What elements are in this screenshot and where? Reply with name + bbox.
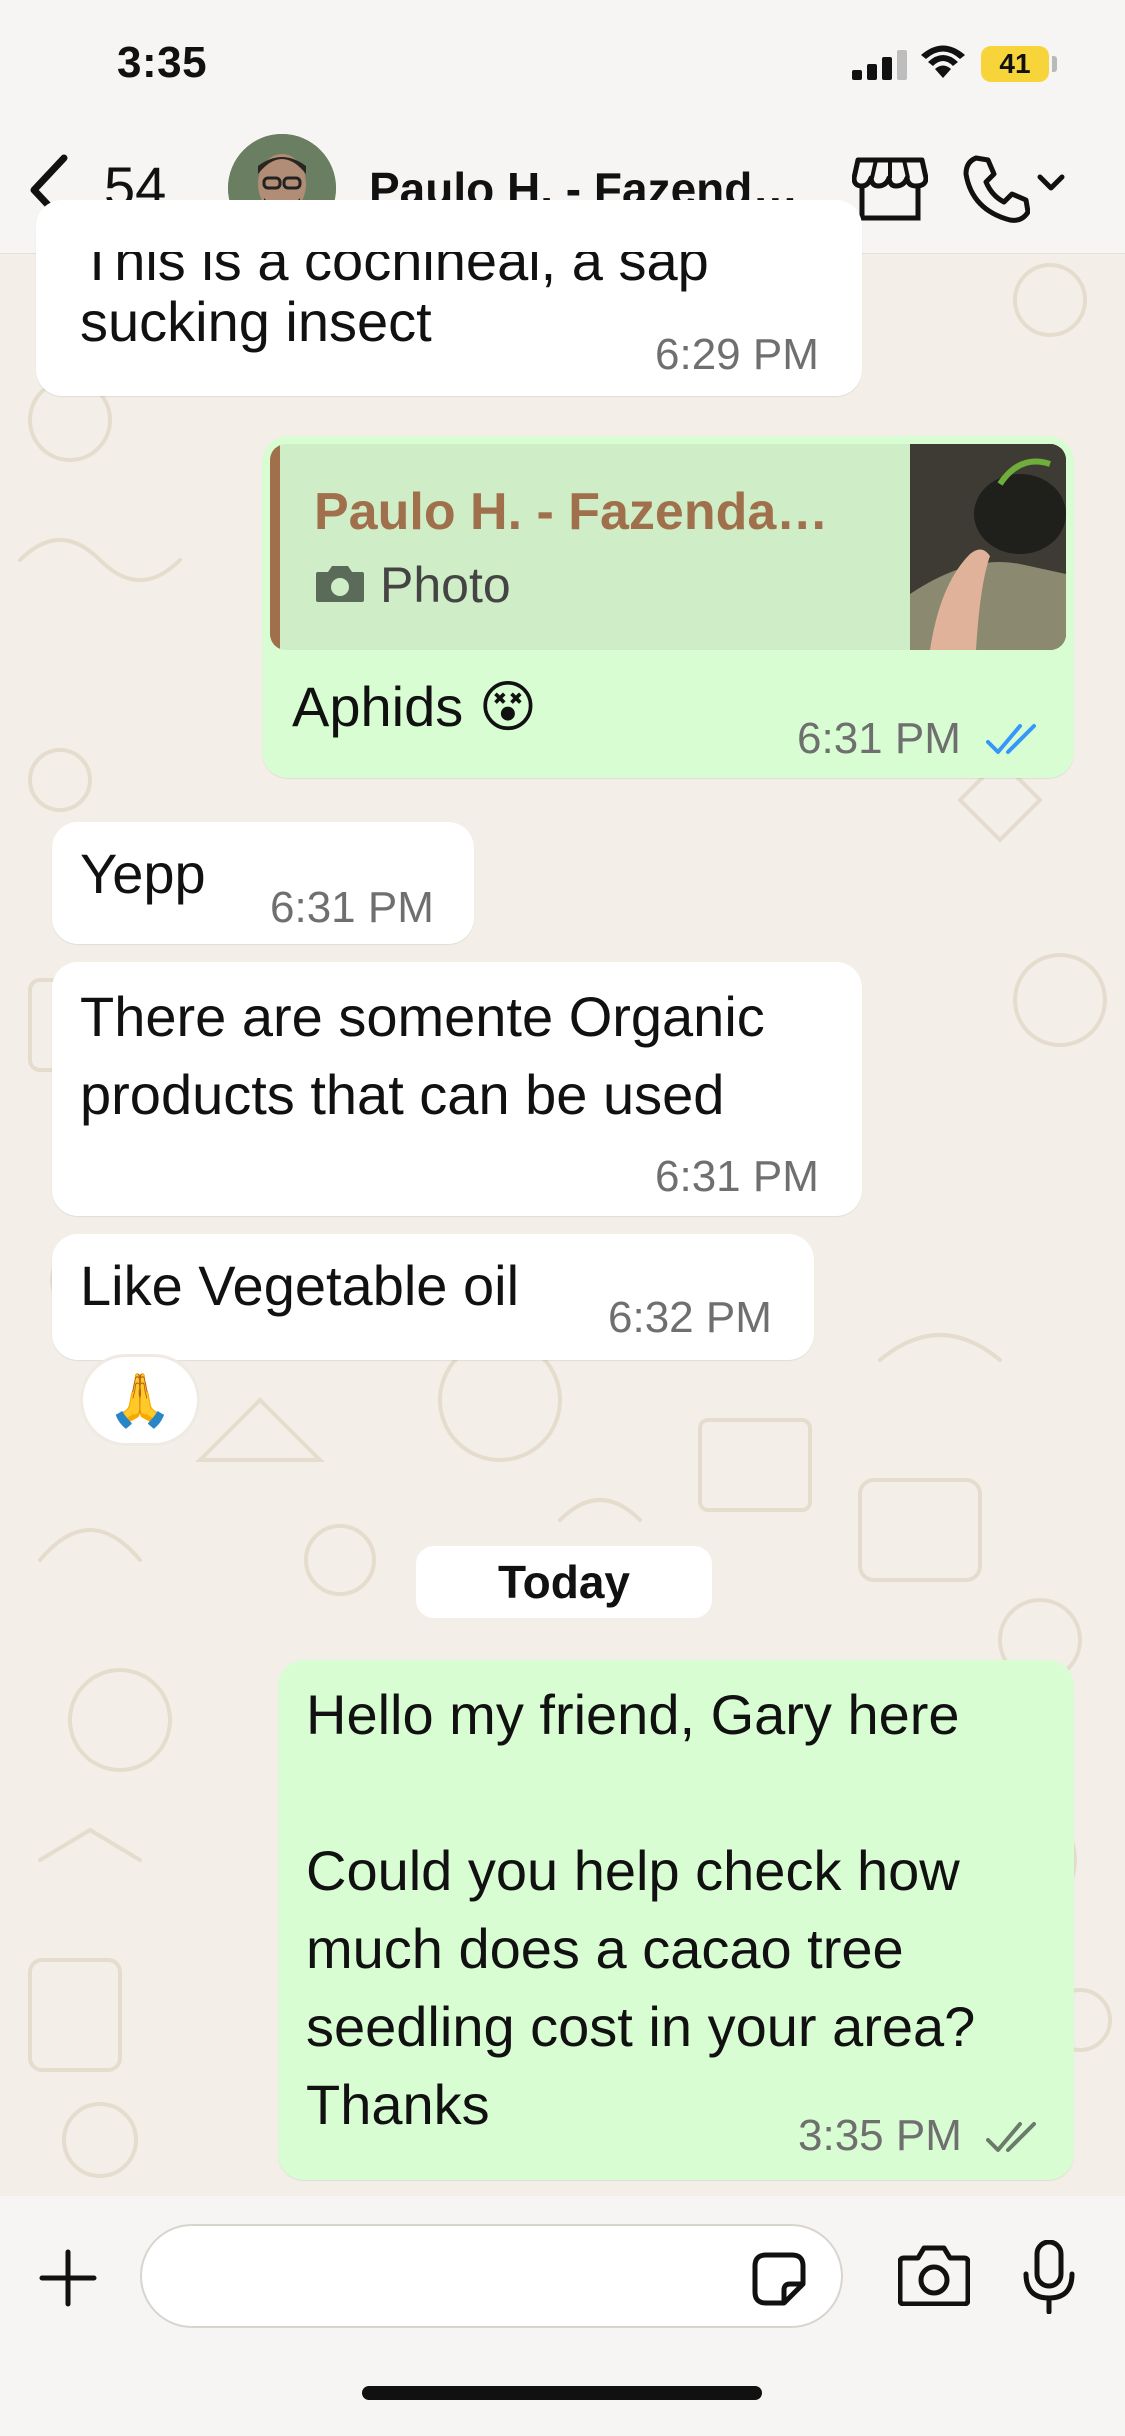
message-text: There are somente Organic products that …	[80, 985, 765, 1126]
message-text: Like Vegetable oil	[80, 1254, 520, 1317]
quoted-sender-name: Paulo H. - Fazenda…	[314, 483, 829, 541]
message-time: 3:35 PM	[798, 2111, 962, 2160]
message-text: Aphids 😵	[292, 675, 538, 738]
cellular-signal-icon	[852, 50, 907, 80]
message-time: 6:31 PM	[797, 714, 961, 763]
plus-icon[interactable]	[38, 2248, 98, 2308]
quoted-photo-thumbnail	[910, 444, 1066, 650]
message-time: 6:31 PM	[270, 883, 434, 932]
message-time: 6:29 PM	[655, 330, 819, 379]
quoted-message[interactable]: Paulo H. - Fazenda… Photo	[270, 444, 1066, 650]
status-bar: 3:35 41	[0, 0, 1125, 130]
battery-cap	[1052, 56, 1057, 72]
message-reaction[interactable]: 🙏	[80, 1354, 200, 1446]
message-text: Yepp	[80, 842, 206, 905]
message-input[interactable]	[140, 2224, 843, 2328]
message-text: sucking insect	[80, 290, 432, 353]
phone-icon[interactable]	[962, 154, 1030, 224]
status-time: 3:35	[117, 38, 208, 87]
double-check-icon	[986, 2122, 1036, 2152]
battery-indicator: 41	[981, 46, 1049, 82]
message-time: 6:31 PM	[655, 1152, 819, 1201]
message-input-bar	[0, 2196, 1125, 2436]
date-separator: Today	[416, 1546, 712, 1618]
microphone-icon[interactable]	[1022, 2240, 1076, 2314]
sticker-icon[interactable]	[752, 2252, 806, 2306]
quoted-media-type: Photo	[380, 557, 511, 613]
chevron-down-icon[interactable]	[1036, 172, 1066, 194]
camera-icon	[316, 566, 364, 602]
wifi-icon	[921, 45, 965, 78]
home-indicator	[362, 2386, 762, 2400]
quote-accent-bar	[270, 444, 280, 650]
store-icon[interactable]	[852, 156, 928, 222]
message-time: 6:32 PM	[608, 1293, 772, 1342]
camera-icon[interactable]	[898, 2244, 970, 2306]
message-text: Hello my friend, Gary here Could you hel…	[306, 1683, 976, 2136]
double-check-icon	[986, 724, 1036, 754]
